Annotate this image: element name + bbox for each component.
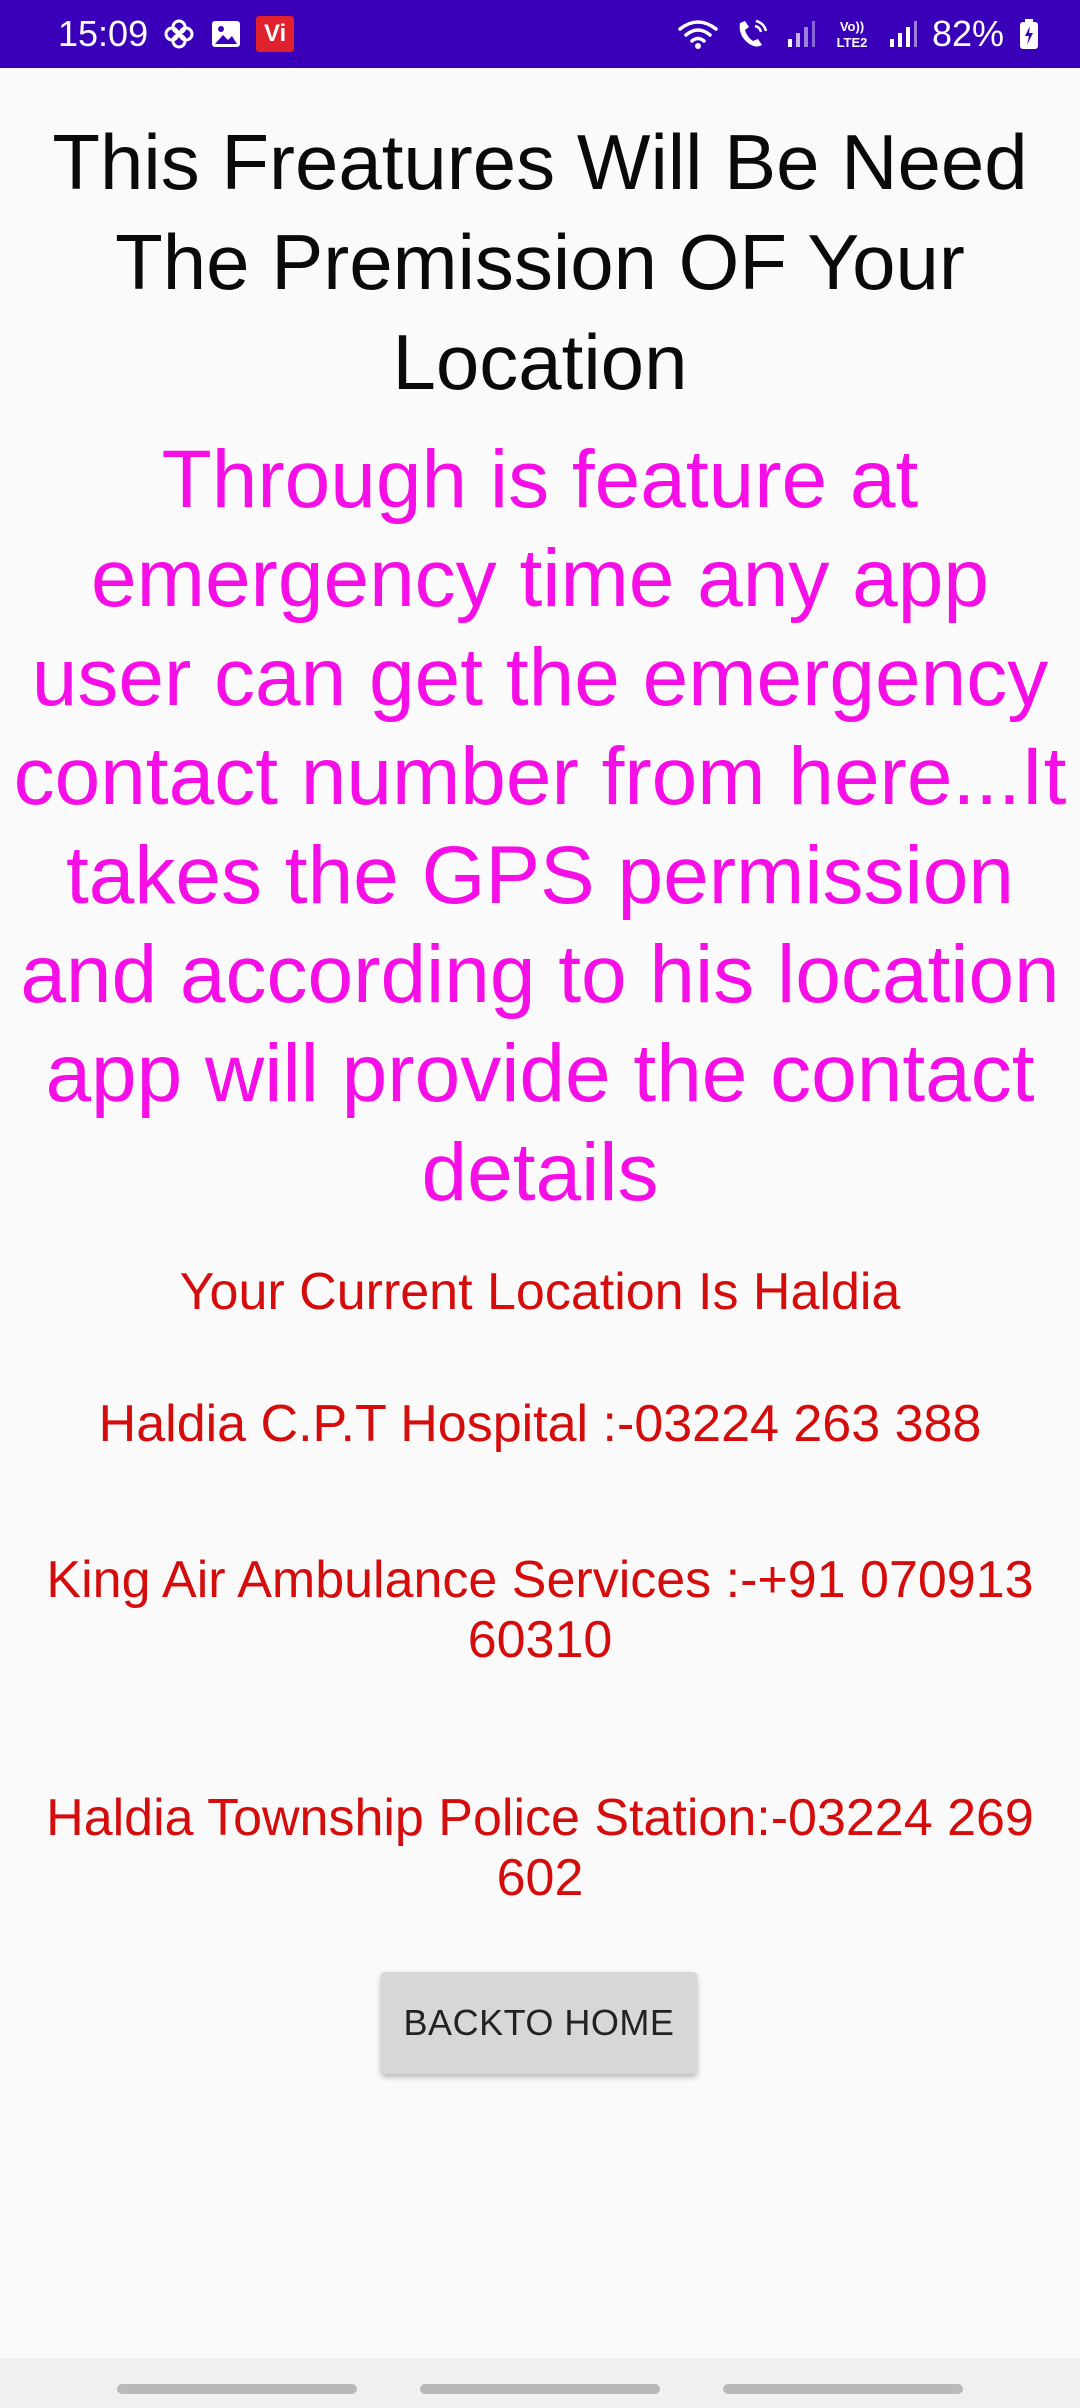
status-bar: 15:09 Vi Vo)) LTE2 82% [0, 0, 1080, 68]
contact-hospital: Haldia C.P.T Hospital :-03224 263 388 [98, 1395, 982, 1453]
nav-back-handle[interactable] [723, 2384, 963, 2394]
nav-home-handle[interactable] [420, 2384, 660, 2394]
contact-police: Haldia Township Police Station:-03224 26… [46, 1789, 1034, 1907]
page-title: This Freatures Will Be Need The Premissi… [52, 118, 1028, 406]
nav-recents-handle[interactable] [117, 2384, 357, 2394]
svg-text:Vo)): Vo)) [840, 19, 864, 34]
navigation-bar [0, 2358, 1080, 2408]
status-right: Vo)) LTE2 82% [676, 13, 1040, 55]
carrier-badge: Vi [256, 16, 295, 52]
signal-icon [786, 19, 816, 49]
svg-text:LTE2: LTE2 [837, 35, 868, 50]
current-location-text: Your Current Location Is Haldia [179, 1263, 901, 1321]
volte-icon: Vo)) LTE2 [830, 17, 874, 51]
wifi-calling-icon [734, 17, 772, 51]
status-left: 15:09 Vi [58, 13, 295, 55]
gallery-icon [210, 18, 242, 50]
signal-icon [888, 19, 918, 49]
battery-percent: 82% [931, 13, 1004, 54]
wifi-icon [676, 17, 720, 51]
status-time: 15:09 [58, 13, 149, 54]
pinwheel-icon [162, 17, 196, 51]
contact-ambulance: King Air Ambulance Services :-+91 070913… [46, 1551, 1034, 1669]
back-to-home-button[interactable]: BACKTO HOME [381, 1972, 697, 2074]
battery-icon [1018, 17, 1040, 51]
feature-description: Through is feature at emergency time any… [13, 434, 1067, 1218]
